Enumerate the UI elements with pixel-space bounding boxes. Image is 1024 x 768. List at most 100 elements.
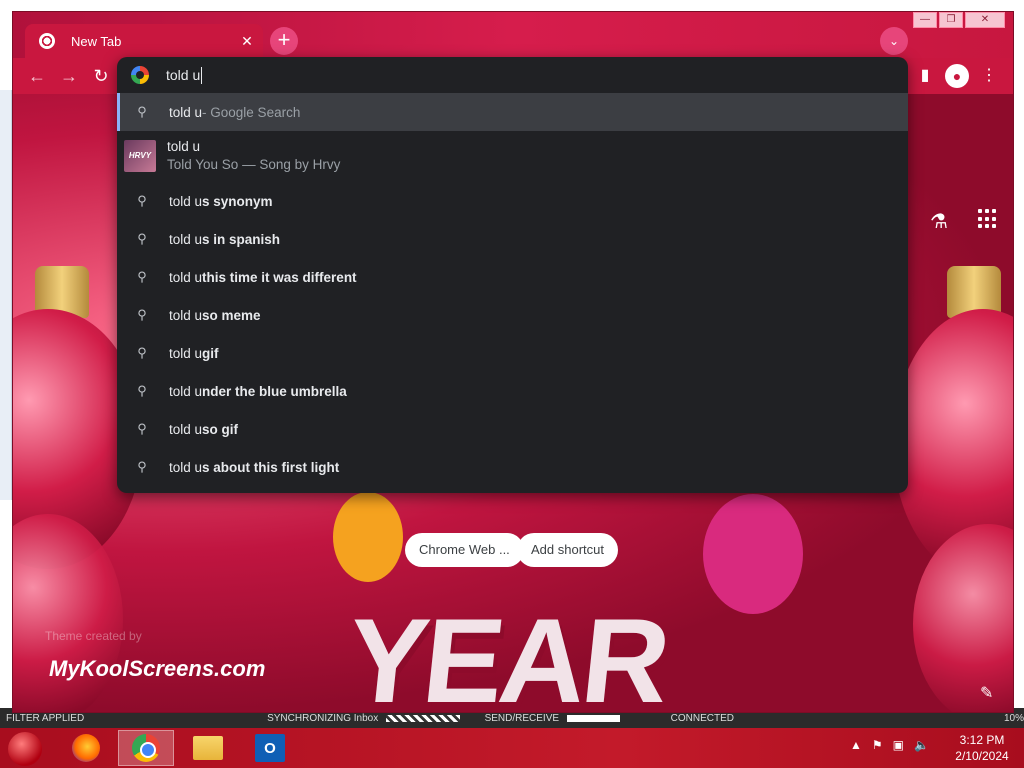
menu-kebab-icon[interactable]: ⋮ xyxy=(977,64,1001,88)
song-thumbnail: HRVY xyxy=(124,140,156,172)
suggestion-row[interactable]: ⚲ told u so gif xyxy=(117,410,908,448)
search-icon: ⚲ xyxy=(137,383,147,398)
suggestion-completion: s in spanish xyxy=(202,231,281,247)
taskbar-explorer[interactable] xyxy=(180,730,236,766)
labs-flask-icon[interactable]: ⚗ xyxy=(930,209,948,234)
taskbar-chrome[interactable] xyxy=(118,730,174,766)
decor-heart-pink xyxy=(703,494,803,614)
theme-credit[interactable]: Theme created by xyxy=(45,629,142,643)
suggestion-typed: told u xyxy=(169,421,203,437)
folder-icon xyxy=(193,736,223,760)
clock-time: 3:12 PM xyxy=(959,733,1005,747)
decor-heart-orange xyxy=(333,492,403,582)
suggestion-completion: so gif xyxy=(202,421,239,437)
window-controls: — ❐ ✕ xyxy=(913,12,1005,28)
suggestion-row[interactable]: ⚲ told us in spanish xyxy=(117,220,908,258)
shortcut-chrome-web-store[interactable]: Chrome Web ... xyxy=(405,533,524,567)
tab-close-icon[interactable]: ✕ xyxy=(237,31,257,51)
outlook-icon: O xyxy=(255,734,285,762)
suggestion-suffix: - Google Search xyxy=(202,104,301,120)
tab-search-button[interactable]: ⌄ xyxy=(880,27,908,55)
maximize-button[interactable]: ❐ xyxy=(939,12,963,28)
search-icon: ⚲ xyxy=(137,307,147,322)
suggestion-typed: told u xyxy=(169,307,203,323)
suggestion-text: told u xyxy=(167,139,201,154)
reload-icon[interactable]: ↻ xyxy=(89,64,113,88)
status-send-receive: SEND/RECEIVE xyxy=(484,712,560,724)
suggestion-typed: told u xyxy=(169,459,203,475)
suggestion-row[interactable]: ⚲ told u gif xyxy=(117,334,908,372)
sync-progress xyxy=(386,714,460,722)
watermark-text: MyKoolScreens.com xyxy=(49,656,266,681)
windows-taskbar: O ▲ ⚑ ▣ 🔈 3:12 PM 2/10/2024 xyxy=(0,728,1024,768)
search-icon: ⚲ xyxy=(137,104,147,119)
back-icon[interactable]: ← xyxy=(25,64,49,88)
suggestion-text: told u xyxy=(169,104,203,120)
suggestion-row[interactable]: ⚲ told u nder the blue umbrella xyxy=(117,372,908,410)
tab-strip: New Tab ✕ + ⌄ — ❐ ✕ xyxy=(13,12,1013,58)
network-icon[interactable]: ▣ xyxy=(893,738,904,752)
suggestion-completion: s synonym xyxy=(202,193,273,209)
chrome-icon xyxy=(132,734,160,762)
search-icon: ⚲ xyxy=(137,193,147,208)
search-icon: ⚲ xyxy=(137,231,147,246)
text-caret xyxy=(201,66,203,84)
tab-title: New Tab xyxy=(71,33,122,49)
search-icon: ⚲ xyxy=(137,269,147,284)
new-tab-button[interactable]: + xyxy=(270,27,298,55)
omnibox-text: told u xyxy=(166,67,201,83)
search-icon: ⚲ xyxy=(137,459,147,474)
ornament-right-lower xyxy=(913,524,1013,712)
suggestion-typed: told u xyxy=(169,231,203,247)
suggestion-typed: told u xyxy=(169,383,203,399)
minimize-button[interactable]: — xyxy=(913,12,937,28)
profile-avatar-icon[interactable]: ● xyxy=(945,64,969,88)
status-zoom: 10% xyxy=(1003,712,1024,724)
send-receive-progress xyxy=(567,714,620,722)
status-sync: SYNCHRONIZING Inbox xyxy=(267,712,379,724)
chrome-favicon-icon xyxy=(39,33,55,49)
ornament-left-lower xyxy=(13,514,123,712)
status-connected: CONNECTED xyxy=(670,712,734,724)
suggestion-completion: so meme xyxy=(202,307,261,323)
search-icon: ⚲ xyxy=(137,421,147,436)
omnibox-dropdown: told u ⚲ told u - Google Search HRVY tol… xyxy=(117,57,908,493)
google-icon xyxy=(131,66,149,84)
system-tray: ▲ ⚑ ▣ 🔈 xyxy=(850,738,929,752)
suggestion-row[interactable]: ⚲ told u so meme xyxy=(117,296,908,334)
start-orb-icon[interactable] xyxy=(8,732,42,766)
suggestion-completion: gif xyxy=(202,345,219,361)
customize-pencil-icon[interactable]: ✎ xyxy=(980,683,993,703)
outlook-nav-strip xyxy=(0,90,12,500)
suggestion-typed: told u xyxy=(169,345,203,361)
suggestion-google-search[interactable]: ⚲ told u - Google Search xyxy=(117,93,908,131)
suggestion-row[interactable]: ⚲ told us about this first light xyxy=(117,448,908,486)
status-filter: FILTER APPLIED xyxy=(6,712,85,724)
suggestion-completion: nder the blue umbrella xyxy=(202,383,347,399)
apps-grid-icon[interactable] xyxy=(978,209,998,229)
suggestion-entity-song[interactable]: HRVY told u Told You So — Song by Hrvy xyxy=(117,131,908,181)
suggestion-completion: s about this first light xyxy=(202,459,340,475)
forward-icon[interactable]: → xyxy=(57,64,81,88)
volume-muted-icon[interactable]: 🔈 xyxy=(914,738,929,752)
tab-new-tab[interactable]: New Tab ✕ xyxy=(25,24,263,58)
suggestion-subtitle: Told You So — Song by Hrvy xyxy=(167,157,341,172)
suggestion-row[interactable]: ⚲ told u this time it was different xyxy=(117,258,908,296)
suggestion-typed: told u xyxy=(169,193,203,209)
suggestion-completion: this time it was different xyxy=(202,269,357,285)
suggestion-typed: told u xyxy=(169,269,203,285)
clock-date: 2/10/2024 xyxy=(955,749,1009,763)
action-center-icon[interactable]: ⚑ xyxy=(872,738,883,752)
close-window-button[interactable]: ✕ xyxy=(965,12,1005,28)
year-graphic-text: YEAR xyxy=(340,594,673,713)
tray-expand-icon[interactable]: ▲ xyxy=(850,738,862,752)
taskbar-firefox[interactable] xyxy=(58,730,114,766)
omnibox-input[interactable]: told u xyxy=(117,57,908,93)
suggestion-row[interactable]: ⚲ told us synonym xyxy=(117,182,908,220)
taskbar-outlook[interactable]: O xyxy=(242,730,298,766)
search-icon: ⚲ xyxy=(137,345,147,360)
firefox-icon xyxy=(72,734,100,762)
system-clock[interactable]: 3:12 PM 2/10/2024 xyxy=(952,732,1012,764)
side-panel-icon[interactable]: ▮ xyxy=(913,64,937,88)
add-shortcut-button[interactable]: Add shortcut xyxy=(517,533,618,567)
